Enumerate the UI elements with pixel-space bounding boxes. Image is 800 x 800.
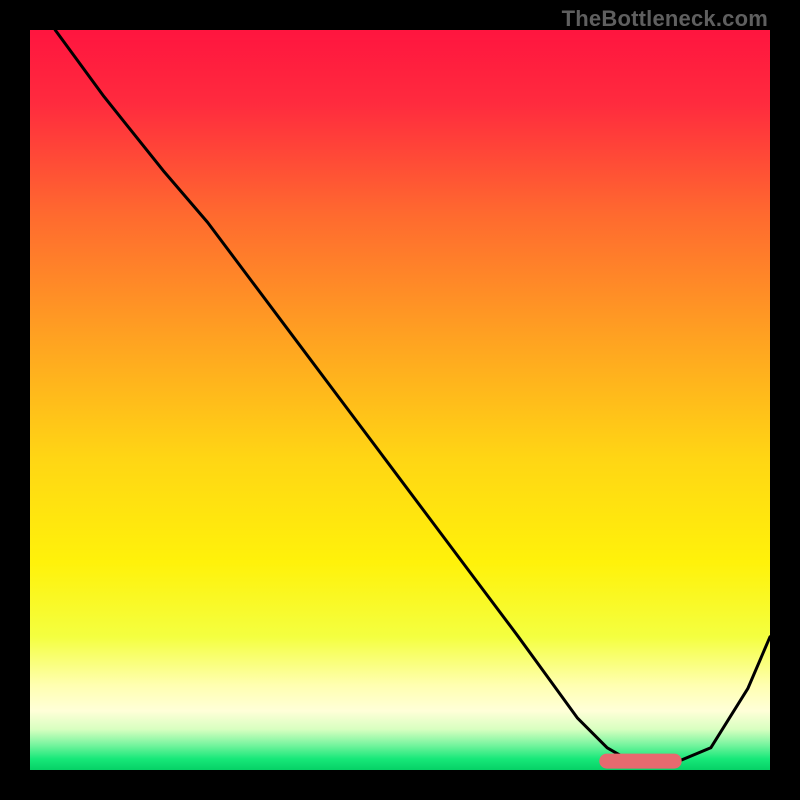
- chart-frame: [30, 30, 770, 770]
- bottleneck-chart: [30, 30, 770, 770]
- optimal-range-marker: [600, 754, 681, 768]
- watermark-text: TheBottleneck.com: [562, 6, 768, 32]
